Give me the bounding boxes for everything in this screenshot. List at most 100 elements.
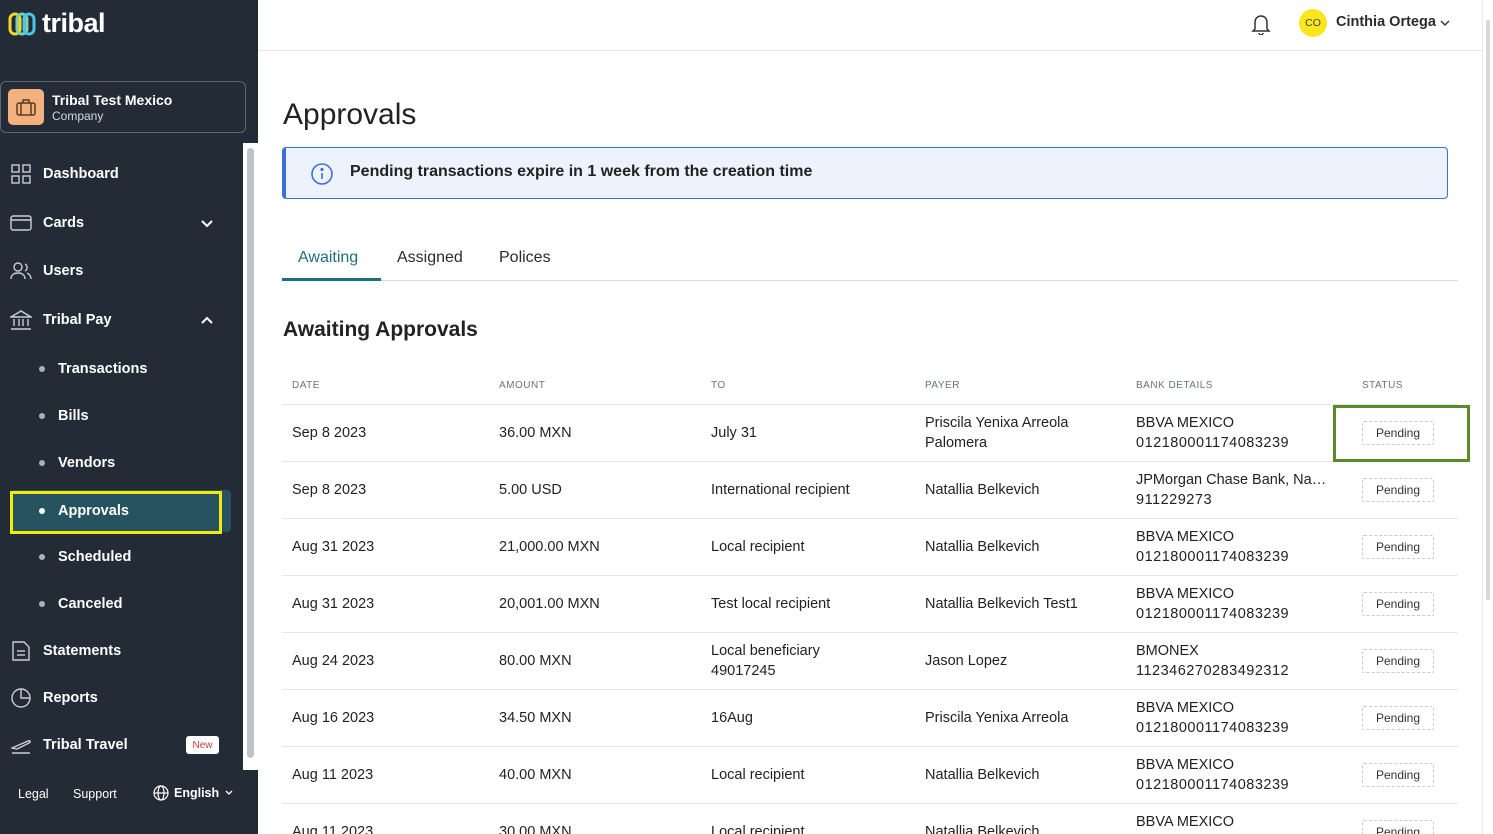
chevron-down-icon bbox=[225, 790, 233, 795]
cell-payer: Priscila Yenixa Arreola Palomera bbox=[925, 413, 1068, 453]
bullet-icon bbox=[39, 460, 45, 466]
column-header-to: TO bbox=[711, 380, 726, 391]
cell-date: Sep 8 2023 bbox=[292, 425, 367, 441]
cell-bank-details: BBVA MEXICO012180001174083239 bbox=[1136, 527, 1328, 567]
cell-to: International recipient bbox=[711, 480, 850, 500]
section-title: Awaiting Approvals bbox=[283, 318, 478, 341]
bank-account: 012180001174083239 bbox=[1136, 606, 1290, 622]
support-link[interactable]: Support bbox=[73, 787, 117, 801]
cell-bank-details: JPMorgan Chase Bank, National Associatio… bbox=[1136, 470, 1328, 510]
bullet-icon bbox=[39, 554, 45, 560]
cell-payer: Natallia Belkevich bbox=[925, 765, 1039, 785]
company-switcher[interactable]: Tribal Test Mexico Company bbox=[0, 81, 246, 133]
page-scrollbar[interactable] bbox=[1482, 0, 1493, 834]
cell-bank-details: BBVA MEXICO012180001174083239 bbox=[1136, 755, 1328, 795]
new-badge: New bbox=[186, 736, 219, 754]
sidebar-item-dashboard[interactable]: Dashboard bbox=[0, 154, 243, 194]
table-row[interactable]: Aug 11 2023 30.00 MXN Local recipient Natal… bbox=[282, 803, 1458, 834]
cell-payer-line1: Natallia Belkevich bbox=[925, 824, 1040, 834]
cell-to-line1: International recipient bbox=[711, 482, 850, 498]
cell-amount: 30.00 MXN bbox=[499, 824, 572, 834]
cell-bank-details: BBVA MEXICO012180001174083239 bbox=[1136, 413, 1328, 453]
column-header-status: STATUS bbox=[1362, 380, 1403, 391]
table-row[interactable]: Sep 8 2023 5.00 USD International recipien… bbox=[282, 461, 1458, 518]
table-row[interactable]: Aug 31 2023 20,001.00 MXN Test local recip… bbox=[282, 575, 1458, 632]
sidebar-item-label: Users bbox=[43, 263, 84, 279]
tab-polices[interactable]: Polices bbox=[499, 249, 551, 267]
cell-to-line1: Local beneficiary bbox=[711, 643, 820, 659]
table-row[interactable]: Aug 11 2023 40.00 MXN Local recipient Natal… bbox=[282, 746, 1458, 803]
cell-payer-line1: Priscila Yenixa Arreola bbox=[925, 415, 1069, 431]
sidebar-item-cards[interactable]: Cards bbox=[0, 203, 243, 243]
cell-amount: 5.00 USD bbox=[499, 482, 562, 498]
column-header-date: DATE bbox=[292, 380, 320, 391]
sidebar-item-users[interactable]: Users bbox=[0, 251, 243, 291]
bank-name: BMONEX bbox=[1136, 643, 1199, 659]
sidebar-scrollbar[interactable] bbox=[243, 143, 258, 770]
chevron-down-icon[interactable] bbox=[1439, 17, 1451, 29]
bank-name: BBVA MEXICO bbox=[1136, 814, 1235, 830]
cell-to-line1: Local recipient bbox=[711, 767, 805, 783]
cell-to-line1: 16Aug bbox=[711, 710, 753, 726]
cell-amount: 34.50 MXN bbox=[499, 710, 572, 726]
status-badge: Pending bbox=[1362, 535, 1434, 559]
cell-date: Aug 16 2023 bbox=[292, 710, 375, 726]
sidebar-subitem-approvals[interactable]: Approvals bbox=[10, 490, 231, 532]
language-selector[interactable]: English bbox=[153, 785, 234, 801]
table-row[interactable]: Sep 8 2023 36.00 MXN July 31 Priscila Yenix… bbox=[282, 404, 1458, 461]
chevron-up-icon[interactable] bbox=[199, 312, 215, 328]
legal-link[interactable]: Legal bbox=[18, 787, 49, 801]
company-type: Company bbox=[52, 108, 104, 123]
sidebar-scrollbar-thumb[interactable] bbox=[247, 148, 254, 758]
cell-payer-line1: Natallia Belkevich bbox=[925, 539, 1040, 555]
sidebar: tribal Tribal Test Mexico Company Dashbo… bbox=[0, 0, 258, 834]
sidebar-subitem-label: Approvals bbox=[58, 503, 129, 519]
cell-bank-details: BBVA MEXICO012180001174083239 bbox=[1136, 698, 1328, 738]
sidebar-item-label: Statements bbox=[43, 643, 122, 659]
sidebar-item-tribal-pay[interactable]: Tribal Pay bbox=[0, 300, 243, 340]
sidebar-subitem-bills[interactable]: Bills bbox=[0, 398, 243, 434]
app-window: tribal Tribal Test Mexico Company Dashbo… bbox=[0, 0, 1493, 834]
plane-icon bbox=[10, 734, 32, 756]
cell-to-line1: Test local recipient bbox=[711, 596, 831, 612]
tab-awaiting[interactable]: Awaiting bbox=[298, 249, 358, 267]
bell-icon[interactable] bbox=[1251, 13, 1271, 35]
page-scrollbar-thumb[interactable] bbox=[1486, 20, 1490, 600]
sidebar-footer: Legal Support English bbox=[0, 770, 258, 820]
cell-amount: 36.00 MXN bbox=[499, 425, 572, 441]
table-row[interactable]: Aug 24 2023 80.00 MXN Local beneficiary 490… bbox=[282, 632, 1458, 689]
status-badge: Pending bbox=[1362, 763, 1434, 787]
sidebar-subitem-canceled[interactable]: Canceled bbox=[0, 586, 243, 622]
user-name[interactable]: Cinthia Ortega bbox=[1336, 14, 1436, 30]
table-row[interactable]: Aug 31 2023 21,000.00 MXN Local recipient N… bbox=[282, 518, 1458, 575]
avatar[interactable]: CO bbox=[1299, 9, 1327, 37]
sidebar-subitem-vendors[interactable]: Vendors bbox=[0, 445, 243, 481]
cell-bank-details: BBVA MEXICO012180001174083239 bbox=[1136, 812, 1328, 834]
sidebar-subitem-scheduled[interactable]: Scheduled bbox=[0, 539, 243, 575]
cell-payer: Natallia Belkevich bbox=[925, 537, 1039, 557]
sidebar-item-label: Reports bbox=[43, 690, 98, 706]
table-row[interactable]: Aug 16 2023 34.50 MXN 16Aug Priscila Yenixa… bbox=[282, 689, 1458, 746]
sidebar-item-statements[interactable]: Statements bbox=[0, 631, 243, 671]
status-badge: Pending bbox=[1362, 478, 1434, 502]
tab-assigned[interactable]: Assigned bbox=[397, 249, 463, 267]
cell-amount: 20,001.00 MXN bbox=[499, 596, 600, 612]
cell-payer: Natallia Belkevich bbox=[925, 480, 1039, 500]
sidebar-item-tribal-travel[interactable]: Tribal Travel New bbox=[0, 725, 243, 765]
sidebar-item-label: Tribal Travel bbox=[43, 737, 128, 753]
sidebar-subitem-transactions[interactable]: Transactions bbox=[0, 351, 243, 387]
logo[interactable]: tribal bbox=[8, 8, 106, 39]
cell-date: Aug 24 2023 bbox=[292, 653, 375, 669]
grid-icon bbox=[10, 163, 32, 185]
bullet-icon bbox=[39, 601, 45, 607]
users-icon bbox=[10, 260, 32, 282]
cell-to: Test local recipient bbox=[711, 594, 830, 614]
cell-to: Local recipient bbox=[711, 822, 805, 834]
brand-name: tribal bbox=[42, 8, 106, 38]
sidebar-item-reports[interactable]: Reports bbox=[0, 678, 243, 718]
tabs: Awaiting Assigned Polices bbox=[282, 240, 1458, 281]
status-badge: Pending bbox=[1362, 649, 1434, 673]
cell-date: Aug 11 2023 bbox=[292, 824, 374, 834]
cell-payer-line1: Natallia Belkevich bbox=[925, 482, 1040, 498]
chevron-down-icon[interactable] bbox=[199, 215, 215, 231]
